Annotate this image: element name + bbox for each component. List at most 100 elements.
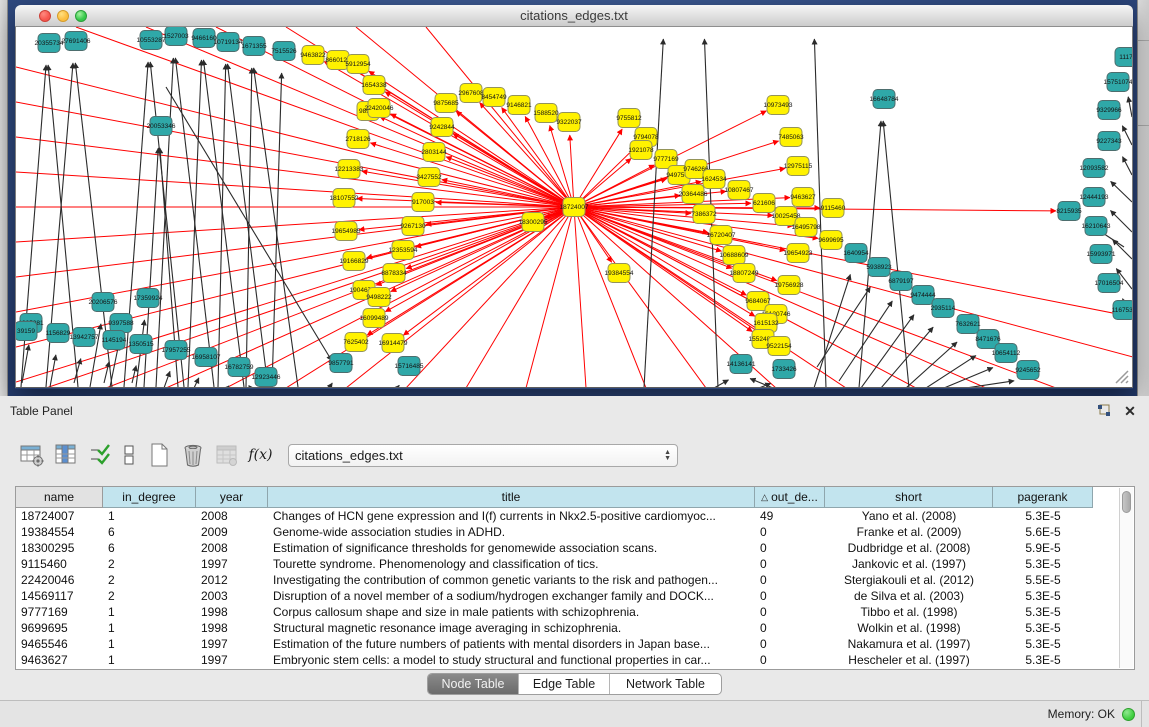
vertical-scrollbar[interactable]: [1119, 488, 1133, 668]
column-header-in_degree[interactable]: in_degree: [103, 487, 196, 508]
network-graph[interactable]: 2035573427691406105532871527003946616010…: [16, 27, 1133, 388]
cell-short[interactable]: Jankovic et al. (1997): [825, 556, 993, 572]
graph-node[interactable]: 10719134: [214, 33, 243, 52]
cell-out_degree[interactable]: 0: [755, 652, 825, 668]
graph-node[interactable]: 19654923: [784, 244, 813, 263]
graph-node[interactable]: 2967608: [458, 84, 484, 103]
graph-node[interactable]: 18807249: [730, 264, 759, 283]
cell-short[interactable]: Wolkin et al. (1998): [825, 620, 993, 636]
window-resize-grip[interactable]: [1112, 367, 1130, 385]
graph-node[interactable]: 16099489: [360, 309, 389, 328]
graph-node[interactable]: 16720407: [707, 226, 736, 245]
graph-node[interactable]: 1624534: [701, 170, 727, 189]
graph-node[interactable]: 3427552: [416, 168, 442, 187]
graph-node[interactable]: 1733426: [771, 360, 797, 379]
graph-node[interactable]: 12353594: [389, 241, 418, 260]
cell-out_degree[interactable]: 0: [755, 540, 825, 556]
cell-year[interactable]: 2012: [196, 572, 268, 588]
graph-node[interactable]: 12923446: [252, 368, 281, 387]
cell-name[interactable]: 18300295: [16, 540, 103, 556]
cell-title[interactable]: Genome-wide association studies in ADHD.: [268, 524, 755, 540]
cell-short[interactable]: Nakamura et al. (1997): [825, 636, 993, 652]
cell-pagerank[interactable]: 5.3E-5: [993, 556, 1093, 572]
graph-node[interactable]: 10553287: [137, 31, 166, 50]
float-panel-button[interactable]: [1095, 403, 1113, 419]
cell-pagerank[interactable]: 5.3E-5: [993, 636, 1093, 652]
cell-name[interactable]: 9463627: [16, 652, 103, 668]
graph-node-hub[interactable]: 18724007: [560, 198, 589, 217]
graph-node[interactable]: 9875685: [433, 94, 459, 113]
graph-node[interactable]: 17016504: [1095, 274, 1124, 293]
cell-year[interactable]: 2008: [196, 540, 268, 556]
cell-in_degree[interactable]: 6: [103, 524, 196, 540]
graph-node[interactable]: 5912954: [345, 55, 371, 74]
graph-node[interactable]: 1156829: [46, 324, 71, 343]
cell-pagerank[interactable]: 5.5E-5: [993, 572, 1093, 588]
cell-title[interactable]: Embryonic stem cells: a model to study s…: [268, 652, 755, 668]
table-chooser-select[interactable]: citations_edges.txt ▲▼: [288, 444, 678, 467]
graph-node[interactable]: 7632621: [955, 315, 981, 334]
graph-node[interactable]: 19166829: [340, 252, 369, 271]
graph-node[interactable]: 7515526: [271, 42, 297, 61]
table-row[interactable]: 911546021997Tourette syndrome. Phenomeno…: [16, 556, 1134, 572]
cell-year[interactable]: 2009: [196, 524, 268, 540]
cell-year[interactable]: 2003: [196, 588, 268, 604]
graph-node[interactable]: 14136141: [727, 355, 756, 374]
cell-year[interactable]: 1997: [196, 636, 268, 652]
graph-node[interactable]: 9397588: [108, 314, 134, 333]
graph-node[interactable]: 8215935: [1056, 202, 1082, 221]
graph-node[interactable]: 20053346: [147, 117, 176, 136]
cell-in_degree[interactable]: 1: [103, 652, 196, 668]
select-column-button[interactable]: [52, 442, 79, 469]
cell-short[interactable]: de Silva et al. (2003): [825, 588, 993, 604]
graph-node[interactable]: 16648784: [870, 90, 899, 109]
cell-title[interactable]: Structural magnetic resonance image aver…: [268, 620, 755, 636]
table-row[interactable]: 1872400712008Changes of HCN gene express…: [16, 508, 1134, 524]
cell-short[interactable]: Dudbridge et al. (2008): [825, 540, 993, 556]
cell-pagerank[interactable]: 5.3E-5: [993, 620, 1093, 636]
cell-year[interactable]: 1998: [196, 620, 268, 636]
cell-short[interactable]: Tibbo et al. (1998): [825, 604, 993, 620]
table-row[interactable]: 2242004622012Investigating the contribut…: [16, 572, 1134, 588]
graph-node[interactable]: 19654985: [332, 222, 361, 241]
graph-node[interactable]: 5938923: [866, 258, 892, 277]
cell-name[interactable]: 19384554: [16, 524, 103, 540]
cell-pagerank[interactable]: 5.3E-5: [993, 652, 1093, 668]
graph-node[interactable]: 9498222: [366, 288, 392, 307]
graph-node[interactable]: 16495798: [792, 218, 821, 237]
cell-out_degree[interactable]: 0: [755, 524, 825, 540]
table-row[interactable]: 946362711997Embryonic stem cells: a mode…: [16, 652, 1134, 668]
cell-year[interactable]: 2008: [196, 508, 268, 524]
graph-node[interactable]: 1654338: [361, 76, 387, 95]
graph-node[interactable]: 20355734: [35, 34, 64, 53]
cell-name[interactable]: 14569117: [16, 588, 103, 604]
cell-pagerank[interactable]: 5.3E-5: [993, 604, 1093, 620]
window-titlebar[interactable]: citations_edges.txt: [15, 5, 1133, 27]
graph-node[interactable]: 12975115: [784, 157, 813, 176]
cell-title[interactable]: Estimation of the future numbers of pati…: [268, 636, 755, 652]
table-row[interactable]: 977716911998Corpus callosum shape and si…: [16, 604, 1134, 620]
graph-node[interactable]: 2803144: [421, 143, 447, 162]
cell-in_degree[interactable]: 6: [103, 540, 196, 556]
graph-node[interactable]: 17359924: [134, 289, 163, 308]
graph-node[interactable]: 12213383: [335, 160, 364, 179]
graph-node[interactable]: 2935114: [931, 299, 956, 318]
table-row[interactable]: 946554611997Estimation of the future num…: [16, 636, 1134, 652]
cell-name[interactable]: 9777169: [16, 604, 103, 620]
graph-node[interactable]: 9322037: [556, 113, 582, 132]
cell-title[interactable]: Tourette syndrome. Phenomenology and cla…: [268, 556, 755, 572]
graph-node[interactable]: 10654112: [992, 344, 1021, 363]
cell-name[interactable]: 22420046: [16, 572, 103, 588]
table-row[interactable]: 1938455462009Genome-wide association stu…: [16, 524, 1134, 540]
graph-node[interactable]: 17957255: [162, 341, 191, 360]
cell-name[interactable]: 18724007: [16, 508, 103, 524]
cell-out_degree[interactable]: 0: [755, 636, 825, 652]
cell-in_degree[interactable]: 2: [103, 588, 196, 604]
cell-title[interactable]: Corpus callosum shape and size in male p…: [268, 604, 755, 620]
graph-node[interactable]: 19756928: [775, 276, 804, 295]
graph-node[interactable]: 9227343: [1096, 132, 1122, 151]
cell-title[interactable]: Disruption of a novel member of a sodium…: [268, 588, 755, 604]
graph-node[interactable]: 7485063: [778, 128, 804, 147]
cell-pagerank[interactable]: 5.6E-5: [993, 524, 1093, 540]
graph-node[interactable]: 1167533: [1112, 301, 1133, 320]
